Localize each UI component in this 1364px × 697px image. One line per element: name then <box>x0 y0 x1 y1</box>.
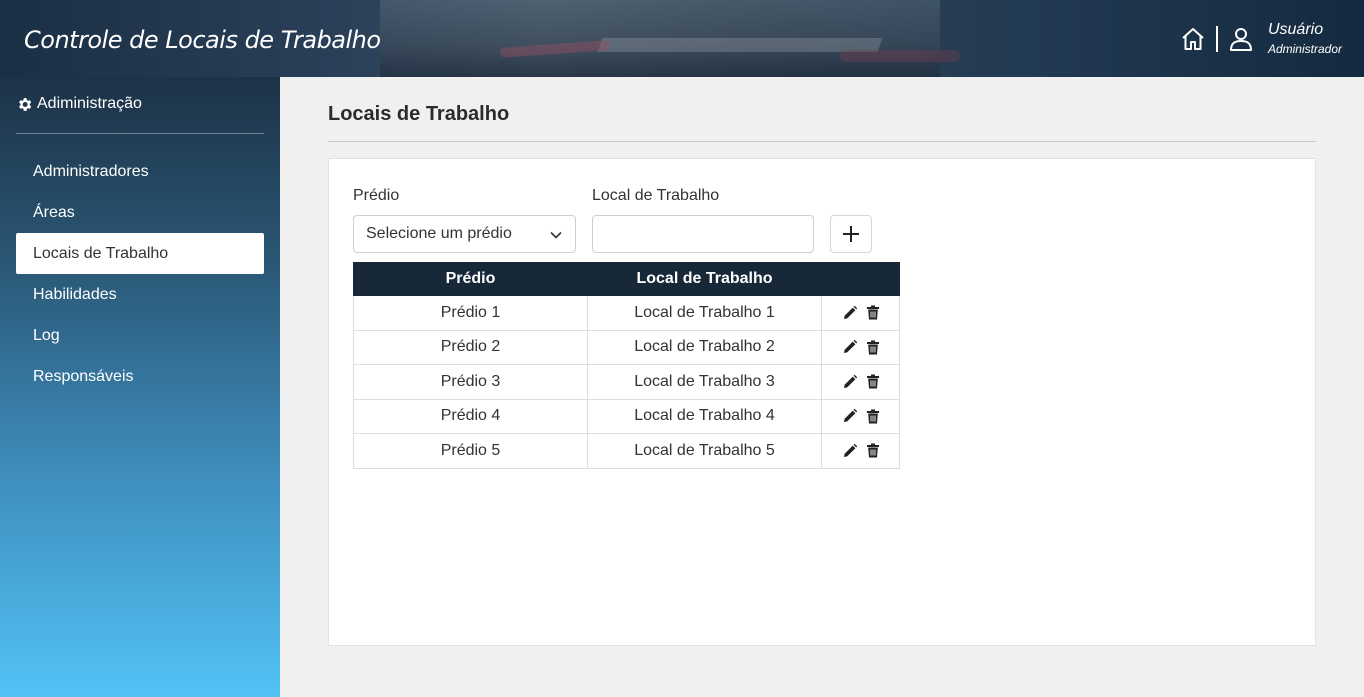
cell-actions <box>821 329 900 365</box>
locais-table: Prédio Local de Trabalho Prédio 1 Local … <box>353 262 900 469</box>
trash-icon[interactable] <box>866 340 880 355</box>
home-icon[interactable] <box>1178 24 1208 54</box>
table-row: Prédio 2 Local de Trabalho 2 <box>353 329 900 365</box>
cell-actions <box>821 433 900 469</box>
content-card: Prédio Local de Trabalho Selecione um pr… <box>328 158 1316 646</box>
header-banner-detail <box>840 50 960 62</box>
pencil-icon[interactable] <box>842 305 858 321</box>
cell-local: Local de Trabalho 4 <box>587 398 822 434</box>
sidebar-item-habilidades[interactable]: Habilidades <box>16 274 264 315</box>
sidebar-divider <box>16 133 264 134</box>
cell-local: Local de Trabalho 3 <box>587 364 822 400</box>
sidebar-item-log[interactable]: Log <box>16 315 264 356</box>
header-banner-detail <box>597 38 883 52</box>
trash-icon[interactable] <box>866 409 880 424</box>
sidebar-item-areas[interactable]: Áreas <box>16 192 264 233</box>
sidebar-heading-label: Adiministração <box>37 95 142 112</box>
cell-predio: Prédio 1 <box>353 295 588 331</box>
column-header-actions <box>821 262 900 296</box>
table-row: Prédio 4 Local de Trabalho 4 <box>353 398 900 434</box>
sidebar: Adiministração Administradores Áreas Loc… <box>0 77 280 697</box>
cell-actions <box>821 295 900 331</box>
trash-icon[interactable] <box>866 374 880 389</box>
predio-select[interactable]: Selecione um prédio <box>353 215 576 253</box>
cell-predio: Prédio 2 <box>353 329 588 365</box>
cell-local: Local de Trabalho 2 <box>587 329 822 365</box>
trash-icon[interactable] <box>866 305 880 320</box>
sidebar-heading: Adiministração <box>16 95 142 113</box>
main-content: Locais de Trabalho Prédio Local de Traba… <box>280 77 1364 697</box>
table-row: Prédio 1 Local de Trabalho 1 <box>353 295 900 331</box>
user-name: Usuário <box>1267 21 1324 38</box>
sidebar-menu: Administradores Áreas Locais de Trabalho… <box>16 151 264 397</box>
app-header: Controle de Locais de Trabalho Usuário A… <box>0 0 1364 77</box>
cell-predio: Prédio 4 <box>353 398 588 434</box>
app-title: Controle de Locais de Trabalho <box>24 26 381 54</box>
table-header-row: Prédio Local de Trabalho <box>353 262 900 296</box>
cell-actions <box>821 398 900 434</box>
sidebar-item-administradores[interactable]: Administradores <box>16 151 264 192</box>
sidebar-item-responsaveis[interactable]: Responsáveis <box>16 356 264 397</box>
pencil-icon[interactable] <box>842 408 858 424</box>
trash-icon[interactable] <box>866 443 880 458</box>
gear-icon <box>19 97 32 111</box>
pencil-icon[interactable] <box>842 374 858 390</box>
cell-predio: Prédio 3 <box>353 364 588 400</box>
table-row: Prédio 3 Local de Trabalho 3 <box>353 364 900 400</box>
table-row: Prédio 5 Local de Trabalho 5 <box>353 433 900 469</box>
pencil-icon[interactable] <box>842 339 858 355</box>
header-actions: Usuário Administrador <box>1178 14 1342 64</box>
cell-actions <box>821 364 900 400</box>
column-header-predio[interactable]: Prédio <box>353 262 588 296</box>
predio-label: Prédio <box>353 187 400 204</box>
title-divider <box>328 141 1316 142</box>
page-title: Locais de Trabalho <box>328 103 510 125</box>
cell-local: Local de Trabalho 5 <box>587 433 822 469</box>
add-button[interactable] <box>830 215 872 253</box>
chevron-down-icon <box>550 231 562 239</box>
pencil-icon[interactable] <box>842 443 858 459</box>
user-role: Administrador <box>1267 42 1342 56</box>
header-divider <box>1215 26 1218 52</box>
user-info[interactable]: Usuário Administrador <box>1268 20 1342 58</box>
sidebar-item-locais-de-trabalho[interactable]: Locais de Trabalho <box>16 233 264 274</box>
cell-local: Local de Trabalho 1 <box>587 295 822 331</box>
column-header-local[interactable]: Local de Trabalho <box>587 262 822 296</box>
plus-icon <box>843 226 859 242</box>
local-label: Local de Trabalho <box>592 187 720 204</box>
cell-predio: Prédio 5 <box>353 433 588 469</box>
user-icon[interactable] <box>1226 24 1256 54</box>
predio-select-value: Selecione um prédio <box>366 225 512 242</box>
local-input[interactable] <box>592 215 814 253</box>
